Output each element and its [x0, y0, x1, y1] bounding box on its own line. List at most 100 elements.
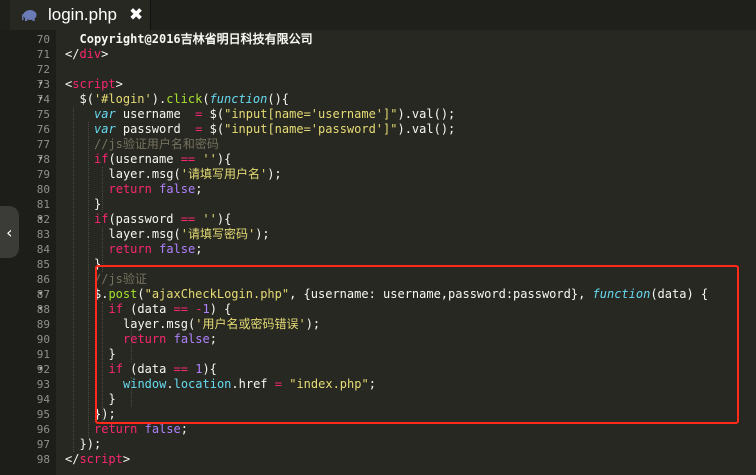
- code-token: layer.msg(: [108, 227, 181, 241]
- code-token: '请填写密码': [180, 227, 256, 241]
- code-line: </div>: [65, 47, 108, 62]
- code-token: $(: [79, 92, 94, 106]
- line-number: 90: [36, 333, 50, 346]
- code-line: </script>: [65, 452, 130, 467]
- line-number: 71: [36, 48, 50, 61]
- code-token: if: [94, 152, 109, 166]
- code-line: });: [80, 437, 102, 452]
- code-token: false: [159, 242, 196, 256]
- code-token: ).: [151, 92, 167, 106]
- code-token: if: [94, 212, 109, 226]
- code-line: }: [94, 197, 101, 212]
- code-token: (: [202, 92, 210, 106]
- line-number: 93: [36, 378, 50, 391]
- code-token: );: [255, 227, 270, 241]
- code-token: var: [94, 107, 116, 121]
- indent-guide: [102, 167, 104, 212]
- line-number: 76: [36, 123, 50, 136]
- code-token: '': [202, 152, 217, 166]
- code-token: (username: [108, 152, 181, 166]
- tab-login-php[interactable]: login.php ✖: [10, 0, 151, 30]
- code-token: return: [94, 422, 138, 436]
- tab-title: login.php: [48, 5, 118, 24]
- php-elephant-icon: [22, 10, 37, 21]
- fold-arrow-icon[interactable]: ▾: [38, 302, 48, 317]
- line-number: 89: [36, 318, 50, 331]
- code-line: <script>: [65, 77, 123, 92]
- code-token: ){: [216, 212, 232, 226]
- code-token: false: [159, 182, 196, 196]
- code-token: '#login': [93, 92, 152, 106]
- code-line: //js验证用户名和密码: [94, 137, 219, 152]
- line-number: 75: [36, 108, 50, 121]
- code-token: return: [108, 242, 152, 256]
- code-token: "input[name='username']": [224, 107, 398, 121]
- line-number: 86: [36, 273, 50, 286]
- fold-arrow-icon[interactable]: ▾: [38, 77, 48, 92]
- code-token: ==: [180, 212, 196, 226]
- close-icon[interactable]: ✖: [129, 5, 143, 25]
- code-token: $(: [202, 122, 225, 136]
- highlight-box: [95, 265, 739, 424]
- fold-arrow-icon[interactable]: ▾: [38, 152, 48, 167]
- code-token: '请填写用户名': [180, 167, 268, 181]
- code-token: '': [202, 212, 217, 226]
- line-number: 77: [36, 138, 50, 151]
- code-token: (){: [267, 92, 290, 106]
- code-line: Copyright@2016吉林省明日科技有限公司: [80, 32, 313, 47]
- code-token: >: [122, 452, 131, 466]
- code-token: }: [94, 197, 102, 211]
- code-editor[interactable]: 70 71 72 73 ▾ 74 ▾ 75 76 77 78 ▾ 79 80 81 82 ▾ 83 84 85 86 87…: [0, 30, 756, 475]
- code-line: return false;: [109, 182, 203, 197]
- code-line: layer.msg('请填写用户名');: [109, 167, 282, 182]
- line-number: 80: [36, 183, 50, 196]
- code-token: return: [108, 182, 152, 196]
- indent-guide: [73, 107, 75, 452]
- fold-arrow-icon[interactable]: ▾: [38, 362, 48, 377]
- fold-arrow-icon[interactable]: ▾: [38, 287, 48, 302]
- code-token: script: [79, 452, 123, 466]
- code-line: if(username == ''){: [94, 152, 231, 167]
- code-token: username: [115, 107, 196, 121]
- line-number: 97: [36, 438, 50, 451]
- code-token: //js验证用户名和密码: [94, 137, 219, 151]
- indent-guide: [87, 122, 89, 437]
- code-token: function: [209, 92, 268, 106]
- line-number: 94: [36, 393, 50, 406]
- code-token: ;: [195, 242, 203, 256]
- line-number: 72: [36, 63, 50, 76]
- chevron-left-icon: ‹: [4, 222, 15, 242]
- code-token: >: [115, 77, 123, 91]
- line-number: 85: [36, 258, 50, 271]
- line-number: 70: [36, 33, 50, 46]
- code-token: div: [79, 47, 102, 61]
- fold-arrow-icon[interactable]: ▾: [38, 212, 48, 227]
- line-number: 98: [36, 453, 50, 466]
- code-token: </: [65, 47, 80, 61]
- code-token: click: [166, 92, 203, 106]
- sidebar-toggle-handle[interactable]: ‹: [0, 206, 19, 258]
- code-token: (password: [108, 212, 181, 226]
- code-token: ){: [216, 152, 232, 166]
- code-token: ==: [180, 152, 196, 166]
- fold-arrow-icon[interactable]: ▾: [38, 92, 48, 107]
- line-number: 79: [36, 168, 50, 181]
- code-line: $('#login').click(function(){: [80, 92, 290, 107]
- code-token: );: [267, 167, 282, 181]
- code-token: false: [144, 422, 181, 436]
- code-line: var username = $("input[name='username']…: [94, 107, 455, 122]
- code-line: layer.msg('请填写密码');: [109, 227, 270, 242]
- code-token: ;: [195, 182, 203, 196]
- code-token: ).val();: [397, 107, 456, 121]
- code-token: layer.msg(: [108, 167, 181, 181]
- code-token: Copyright@2016吉林省明日科技有限公司: [79, 32, 313, 46]
- tab-bar: login.php ✖: [0, 0, 756, 30]
- code-token: password: [115, 122, 196, 136]
- code-token: script: [72, 77, 116, 91]
- code-token: "input[name='password']": [224, 122, 398, 136]
- code-token: });: [79, 437, 102, 451]
- code-token: </: [65, 452, 80, 466]
- code-token: ).val();: [397, 122, 456, 136]
